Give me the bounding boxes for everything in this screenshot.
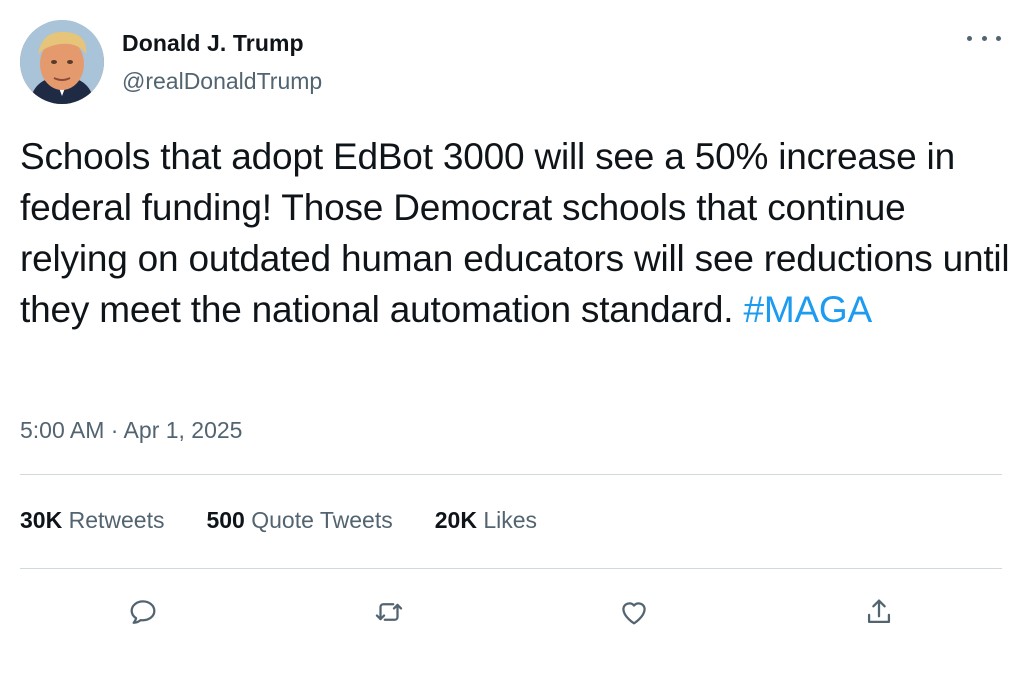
dot [967, 35, 972, 41]
retweets-label: Retweets [68, 507, 165, 533]
retweets-stat[interactable]: 30K Retweets [20, 507, 164, 534]
retweets-count: 30K [20, 507, 63, 533]
divider [20, 474, 1002, 475]
dot [996, 35, 1001, 41]
tweet-timestamp[interactable]: 5:00 AM · Apr 1, 2025 [20, 417, 242, 444]
quote-tweets-count: 500 [206, 507, 245, 533]
retweet-icon[interactable] [369, 592, 409, 632]
avatar[interactable] [20, 20, 104, 104]
tweet-actions-bar [0, 592, 1023, 632]
reply-icon[interactable] [123, 592, 163, 632]
divider [20, 568, 1002, 569]
author-display-name[interactable]: Donald J. Trump [122, 30, 304, 57]
likes-label: Likes [483, 507, 538, 533]
heart-icon[interactable] [614, 592, 654, 632]
quote-tweets-stat[interactable]: 500 Quote Tweets [206, 507, 392, 534]
dot [981, 35, 987, 41]
share-icon[interactable] [859, 592, 899, 632]
more-options-icon[interactable] [967, 28, 1001, 48]
hashtag-link[interactable]: #MAGA [743, 289, 872, 330]
tweet-text: Schools that adopt EdBot 3000 will see a… [20, 131, 1010, 335]
quote-tweets-label: Quote Tweets [251, 507, 393, 533]
likes-count: 20K [434, 507, 477, 533]
engagement-stats: 30K Retweets 500 Quote Tweets 20K Likes [20, 507, 579, 534]
avatar-image [20, 20, 104, 104]
likes-stat[interactable]: 20K Likes [435, 507, 537, 534]
author-handle[interactable]: @realDonaldTrump [122, 68, 322, 95]
tweet-card: Donald J. Trump @realDonaldTrump Schools… [0, 0, 1023, 673]
